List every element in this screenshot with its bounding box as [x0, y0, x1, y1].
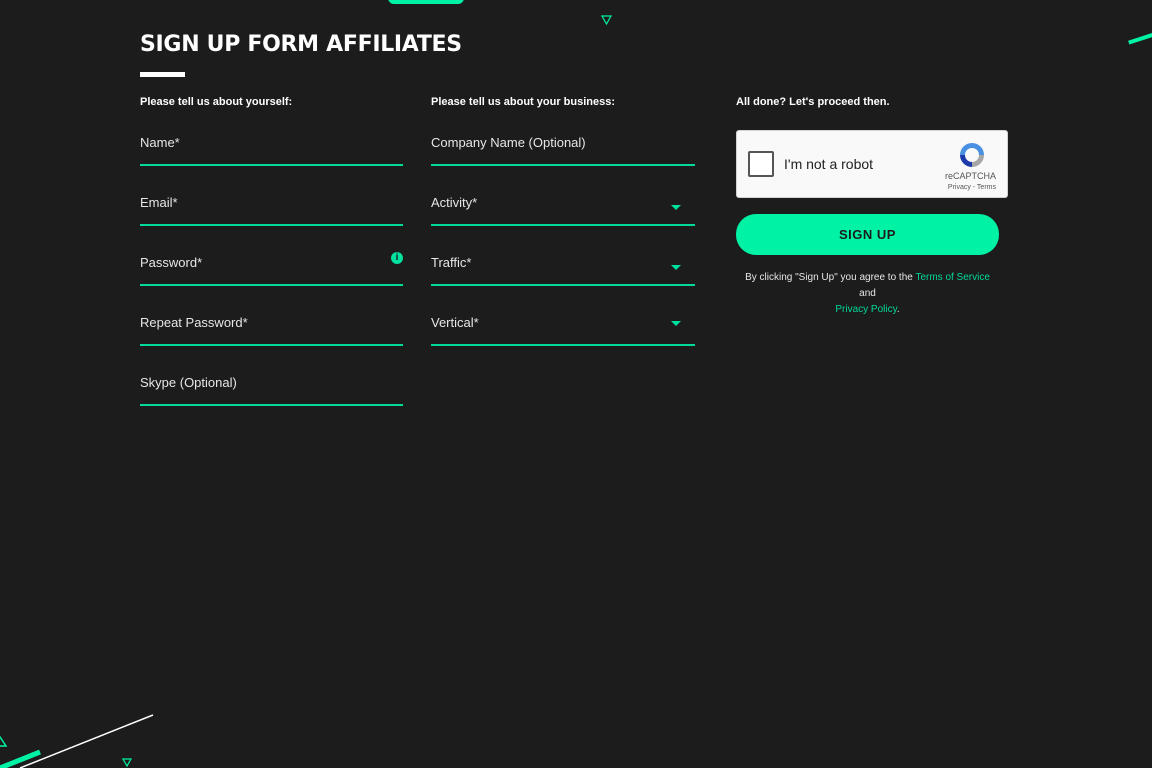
recaptcha-logo-icon: [960, 143, 984, 167]
decorative-right-stroke: [1128, 31, 1152, 45]
name-field-label: Name*: [140, 135, 180, 150]
legal-suffix: .: [896, 304, 900, 315]
chevron-down-icon: [671, 265, 681, 270]
name-field[interactable]: Name*: [140, 108, 403, 166]
page-title: SIGN UP FORM AFFILIATES: [140, 32, 462, 57]
company-name-field[interactable]: Company Name (Optional): [431, 108, 695, 166]
password-field[interactable]: Password* i: [140, 226, 403, 286]
activity-select[interactable]: Activity*: [431, 166, 695, 226]
decorative-bottom-lines: [0, 714, 154, 768]
email-field[interactable]: Email*: [140, 166, 403, 226]
activity-select-label: Activity*: [431, 195, 478, 210]
personal-section-label: Please tell us about yourself:: [140, 96, 293, 108]
repeat-password-field-label: Repeat Password*: [140, 315, 248, 330]
traffic-select[interactable]: Traffic*: [431, 226, 695, 286]
skype-field-label: Skype (Optional): [140, 375, 237, 390]
repeat-password-field[interactable]: Repeat Password*: [140, 286, 403, 346]
recaptcha-label: I'm not a robot: [784, 156, 874, 172]
proceed-section-label: All done? Let's proceed then.: [736, 96, 890, 108]
business-section: Please tell us about your business: Comp…: [431, 96, 695, 346]
business-section-label: Please tell us about your business:: [431, 96, 615, 108]
legal-notice: By clicking "Sign Up" you agree to the T…: [736, 270, 999, 318]
skype-field[interactable]: Skype (Optional): [140, 346, 403, 406]
recaptcha-checkbox[interactable]: [748, 151, 774, 177]
decorative-top-bar: [388, 0, 464, 4]
proceed-section: All done? Let's proceed then. I'm not a …: [736, 96, 1008, 318]
sign-up-button[interactable]: SIGN UP: [736, 214, 999, 255]
vertical-select-label: Vertical*: [431, 315, 479, 330]
traffic-select-label: Traffic*: [431, 255, 472, 270]
legal-prefix: By clicking "Sign Up" you agree to the: [745, 272, 913, 283]
company-name-field-label: Company Name (Optional): [431, 135, 586, 150]
chevron-down-icon: [671, 205, 681, 210]
chevron-down-icon: [671, 321, 681, 326]
email-field-label: Email*: [140, 195, 178, 210]
legal-and: and: [859, 288, 876, 299]
info-icon[interactable]: i: [391, 252, 403, 264]
privacy-policy-link[interactable]: Privacy Policy: [835, 304, 897, 315]
personal-section: Please tell us about yourself: Name* Ema…: [140, 96, 403, 406]
terms-of-service-link[interactable]: Terms of Service: [915, 272, 989, 283]
decorative-triangle-icon: [601, 15, 613, 26]
password-field-label: Password*: [140, 255, 203, 270]
recaptcha-privacy-terms-link[interactable]: Privacy - Terms: [948, 184, 996, 191]
recaptcha-brand: reCAPTCHA: [944, 171, 996, 181]
vertical-select[interactable]: Vertical*: [431, 286, 695, 346]
recaptcha-widget: I'm not a robot reCAPTCHA Privacy - Term…: [736, 130, 1008, 198]
title-underline: [140, 72, 185, 77]
